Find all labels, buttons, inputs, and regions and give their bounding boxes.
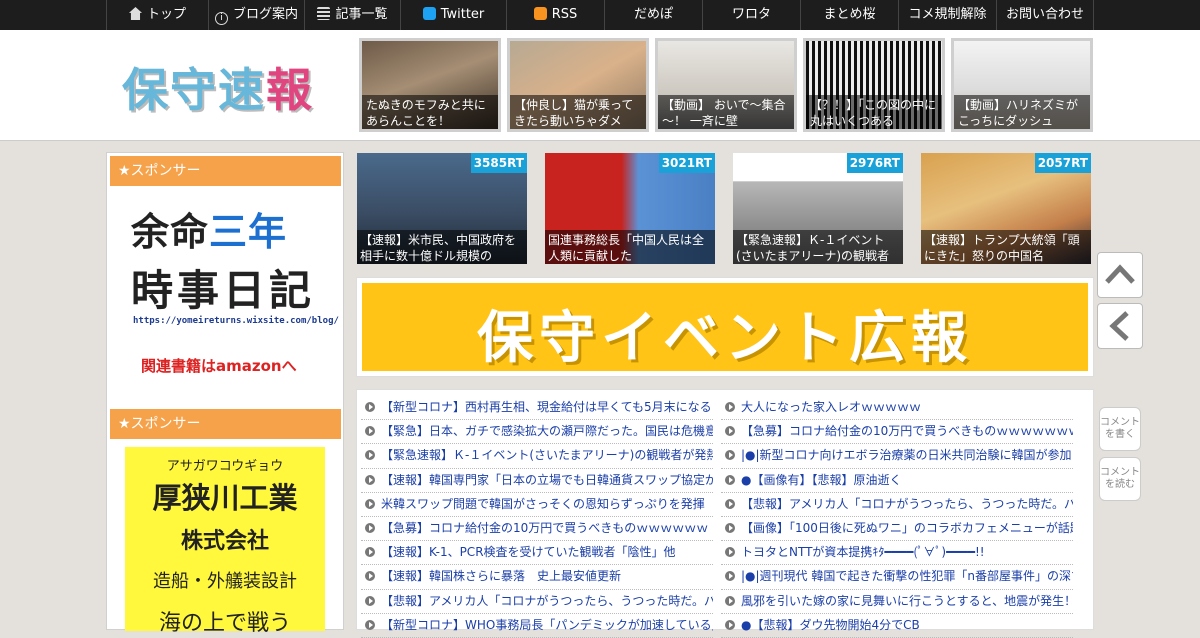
ranking-article-tile[interactable]: 2976RT 【緊急速報】Ｋ-１イベント(さいたまアリーナ)の観戦者: [733, 153, 903, 264]
home-icon: [128, 7, 142, 20]
arrow-bullet-icon: [725, 402, 735, 412]
arrow-bullet-icon: [725, 619, 735, 630]
arrow-bullet-icon: [365, 547, 375, 558]
list-item[interactable]: |●|新型コロナ向けエボラ治療薬の日米共同治験に韓国が参加 [3: [721, 444, 1073, 469]
arrow-bullet-icon: [365, 498, 375, 509]
rss-icon: [533, 7, 547, 20]
twitter-icon: [422, 7, 436, 20]
list-item[interactable]: ●【画像有】【悲報】原油逝く: [721, 469, 1073, 493]
header-article-tile[interactable]: 【動画】ハリネズミがこっちにダッシュ: [951, 38, 1093, 132]
arrow-bullet-icon: [365, 450, 375, 461]
list-item[interactable]: 米韓スワップ問題で韓国がさっそくの恩知らずっぷりを発揮: [361, 493, 713, 517]
list-icon: [317, 7, 331, 20]
list-item[interactable]: 【画像】「100日後に死ぬワニ」のコラボカフェメニューが話題: [721, 517, 1073, 542]
header-article-tile[interactable]: 【動画】 おいで～集合～！ 一斉に壁: [655, 38, 797, 132]
arrow-bullet-icon: [725, 450, 735, 461]
sponsor-heading: ★スポンサー: [110, 409, 341, 439]
header-article-tile[interactable]: 【？！】「この図の中に丸はいくつある: [803, 38, 945, 132]
site-logo[interactable]: 保守速報: [122, 54, 314, 120]
arrow-bullet-icon: [365, 402, 375, 412]
list-item[interactable]: 大人になった家入レオｗｗｗｗｗ: [721, 396, 1073, 421]
article-list: 【新型コロナ】西村再生相、現金給付は早くても5月末になる 【緊急】日本、ガチで感染…: [356, 389, 1094, 638]
nav-top[interactable]: トップ: [106, 0, 208, 30]
list-item[interactable]: 【急募】コロナ給付金の10万円で買うべきものｗｗｗｗｗｗｗ: [721, 420, 1073, 445]
article-list-left: 【新型コロナ】西村再生相、現金給付は早くても5月末になる 【緊急】日本、ガチで感染…: [361, 396, 713, 638]
list-item[interactable]: 【速報】韓国専門家「日本の立場でも日韓通貨スワップ協定が: [361, 469, 713, 493]
list-item[interactable]: |●|週刊現代 韓国で起きた衝撃の性犯罪「n番部屋事件」の深す: [721, 565, 1073, 590]
nav-damepo[interactable]: だめぽ: [604, 0, 702, 30]
ranking-article-tile[interactable]: 3021RT 国連事務総長「中国人民は全人類に貢献した: [545, 153, 715, 264]
ranking-article-tile[interactable]: 2057RT 【速報】トランプ大統領「頭にきた」怒りの中国名: [921, 153, 1091, 264]
sidebar: ★スポンサー 余命三年 時事日記 https://yomeireturns.wi…: [106, 152, 344, 636]
sponsor-ad-asagawa[interactable]: アサガワコウギョウ 厚狭川工業 株式会社 造船・外艤装設計 海の上で戦う: [125, 447, 325, 636]
arrow-bullet-icon: [725, 498, 735, 509]
event-banner[interactable]: 保守イベント広報: [356, 277, 1094, 377]
header-article-tile[interactable]: 【仲良し】猫が乗ってきたら動いちゃダメ: [507, 38, 649, 132]
nav-blog-info[interactable]: i ブログ案内: [208, 0, 304, 30]
retweet-count-badge: 2976RT: [846, 153, 903, 173]
arrow-bullet-icon: [725, 426, 735, 437]
arrow-bullet-icon: [725, 474, 735, 485]
arrow-bullet-icon: [365, 474, 375, 485]
site-header: 保守速報 たぬきのモフみと共にあらんことを！ 【仲良し】猫が乗ってきたら動いちゃ…: [0, 30, 1200, 141]
retweet-count-badge: 3585RT: [470, 153, 527, 173]
chevron-up-icon: [1105, 264, 1135, 284]
nav-twitter[interactable]: Twitter: [400, 0, 506, 30]
scroll-top-button[interactable]: [1097, 252, 1143, 298]
retweet-count-badge: 2057RT: [1034, 153, 1091, 173]
list-item[interactable]: 【悲報】アメリカ人「コロナがうつったら、うつった時だ。パ: [361, 590, 713, 614]
arrow-bullet-icon: [725, 547, 735, 558]
nav-warota[interactable]: ワロタ: [702, 0, 800, 30]
list-item[interactable]: 【悲報】アメリカ人「コロナがうつったら、うつった時だ。パ: [721, 493, 1073, 517]
sponsor-heading: ★スポンサー: [110, 156, 341, 186]
info-icon: i: [214, 12, 228, 25]
chevron-left-icon: [1109, 311, 1129, 341]
list-item[interactable]: ●【悲報】ダウ先物開始4分でCB: [721, 614, 1073, 638]
list-item[interactable]: 【新型コロナ】西村再生相、現金給付は早くても5月末になる: [361, 396, 713, 421]
list-item[interactable]: 【速報】韓国株さらに暴落 史上最安値更新: [361, 565, 713, 590]
arrow-bullet-icon: [725, 522, 735, 533]
top-navigation: トップ i ブログ案内 記事一覧 Twitter RSS だめぽ ワロタ まとめ桜…: [0, 0, 1200, 30]
arrow-bullet-icon: [365, 522, 375, 533]
arrow-bullet-icon: [365, 595, 375, 606]
arrow-bullet-icon: [725, 595, 735, 606]
back-button[interactable]: [1097, 303, 1143, 349]
amazon-link[interactable]: 関連書籍はamazonへ: [141, 355, 297, 376]
list-item[interactable]: 【緊急速報】Ｋ-１イベント(さいたまアリーナ)の観戦者が発熱: [361, 444, 713, 469]
list-item[interactable]: 【急募】コロナ給付金の10万円で買うべきものｗｗｗｗｗｗ: [361, 517, 713, 542]
article-list-right: 大人になった家入レオｗｗｗｗｗ 【急募】コロナ給付金の10万円で買うべきものｗｗｗ…: [721, 396, 1073, 638]
list-item[interactable]: トヨタとNTTが資本提携ｷﾀ━━━━(ﾟ∀ﾟ)━━━━!!: [721, 541, 1073, 566]
header-article-tile[interactable]: たぬきのモフみと共にあらんことを！: [359, 38, 501, 132]
nav-rss[interactable]: RSS: [506, 0, 604, 30]
list-item[interactable]: 【新型コロナ】WHO事務局長「パンデミックが加速している」: [361, 614, 713, 638]
ranking-article-tile[interactable]: 3585RT 【速報】米市民、中国政府を相手に数十億ドル規模の: [357, 153, 527, 264]
nav-matome-sakura[interactable]: まとめ桜: [800, 0, 898, 30]
list-item[interactable]: 風邪を引いた嫁の家に見舞いに行こうとすると、地震が発生！: [721, 590, 1073, 614]
list-item[interactable]: 【緊急】日本、ガチで感染拡大の瀬戸際だった。国民は危機意: [361, 420, 713, 445]
arrow-bullet-icon: [365, 426, 375, 437]
arrow-bullet-icon: [725, 571, 735, 582]
arrow-bullet-icon: [365, 571, 375, 582]
arrow-bullet-icon: [365, 619, 375, 630]
nav-contact[interactable]: お問い合わせ: [996, 0, 1094, 30]
list-item[interactable]: 【速報】K-1、PCR検査を受けていた観戦者「陰性」他: [361, 541, 713, 566]
retweet-count-badge: 3021RT: [658, 153, 715, 173]
read-comment-button[interactable]: コメントを読む: [1099, 457, 1141, 501]
nav-article-list[interactable]: 記事一覧: [304, 0, 400, 30]
nav-comment-unban[interactable]: コメ規制解除: [898, 0, 996, 30]
write-comment-button[interactable]: コメントを書く: [1099, 407, 1141, 451]
